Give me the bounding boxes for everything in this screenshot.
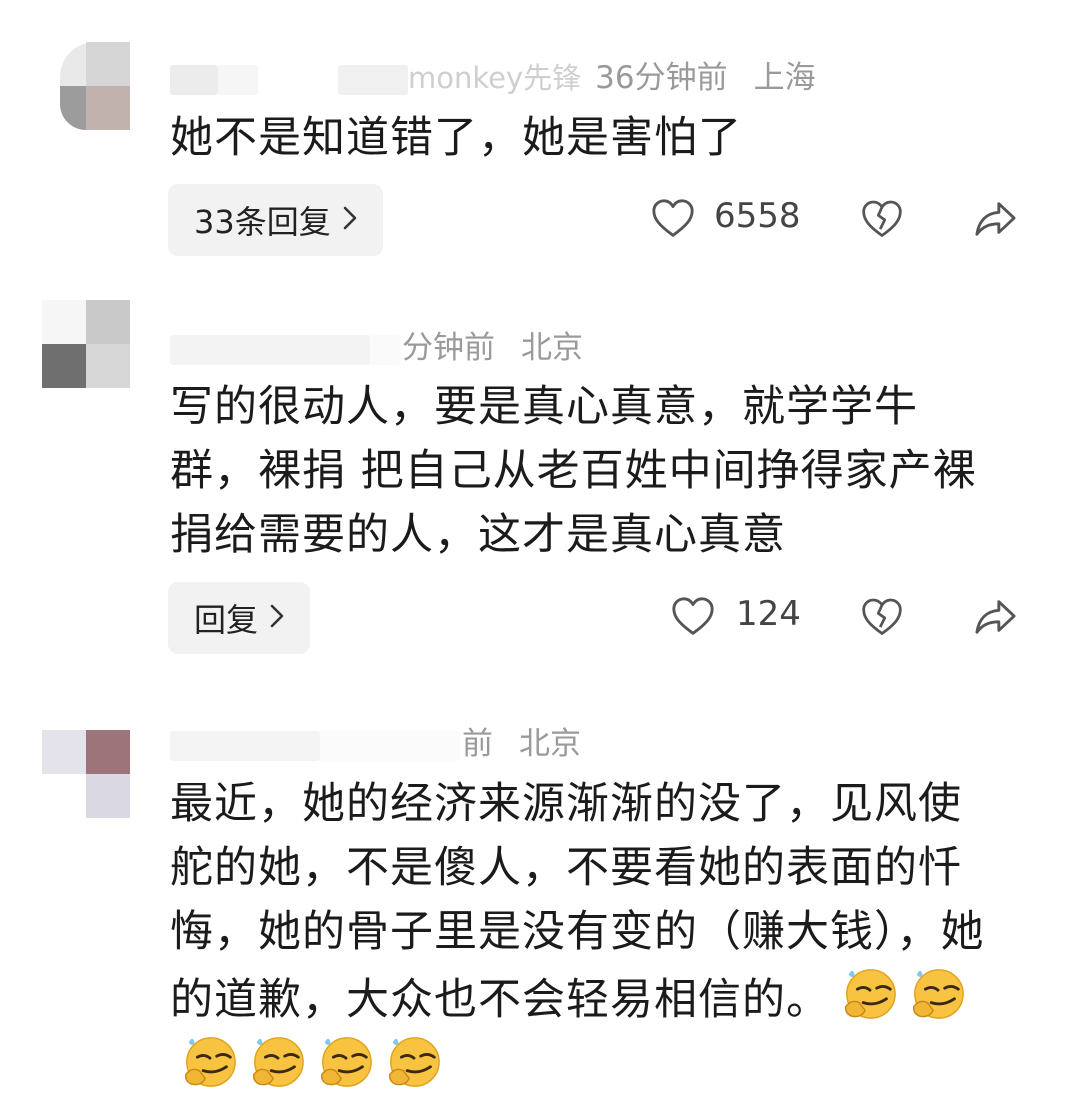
- comment-meta: 分钟前 北京: [170, 322, 583, 367]
- smirk-thinking-emoji: [320, 1037, 372, 1087]
- share-arrow-icon[interactable]: [972, 596, 1018, 638]
- smirk-thinking-emoji: [912, 969, 964, 1019]
- comment-time: 前: [462, 726, 493, 762]
- reply-button[interactable]: 回复: [168, 582, 311, 654]
- comment-actions: 124: [650, 582, 1030, 654]
- comment-time: 分钟前: [402, 330, 495, 366]
- comment-location: 北京: [519, 726, 581, 762]
- comment-text: 写的很动人，要是真心真意，就学学牛群，裸捐 把自己从老百姓中间挣得家产裸捐给需要…: [170, 382, 977, 560]
- smirk-thinking-emoji: [844, 969, 896, 1019]
- comment-meta: 前北京: [170, 718, 581, 763]
- comment-text: 她不是知道错了，她是害怕了: [170, 113, 742, 163]
- broken-heart-icon[interactable]: [860, 197, 904, 241]
- comment-actions: 6558: [650, 184, 1030, 256]
- username[interactable]: monkey先锋: [408, 61, 581, 95]
- smirk-thinking-emoji: [252, 1037, 304, 1087]
- like-count: 6558: [714, 196, 801, 236]
- comment-text: 最近，她的经济来源渐渐的没了，见风使舵的她，不是傻人，不要看她的表面的忏悔，她的…: [170, 772, 1000, 1100]
- broken-heart-icon[interactable]: [860, 595, 904, 639]
- avatar[interactable]: [42, 300, 130, 388]
- replies-button[interactable]: 33条回复: [168, 184, 383, 256]
- smirk-thinking-emoji: [388, 1037, 440, 1087]
- comment-location: 上海: [753, 60, 816, 96]
- comment-location: 北京: [521, 330, 583, 366]
- share-arrow-icon[interactable]: [972, 198, 1018, 240]
- like-count: 124: [736, 594, 801, 634]
- heart-outline-icon[interactable]: [670, 594, 716, 640]
- comment-time: 36分钟前: [595, 60, 728, 96]
- chevron-right-icon: [270, 601, 284, 636]
- avatar[interactable]: [42, 730, 130, 818]
- replies-label: 33条回复: [194, 203, 331, 241]
- chevron-right-icon: [343, 203, 357, 238]
- comment-meta: monkey先锋 36分钟前 上海: [170, 52, 816, 97]
- heart-outline-icon[interactable]: [650, 196, 696, 242]
- reply-label: 回复: [194, 601, 259, 639]
- smirk-thinking-emoji: [184, 1037, 236, 1087]
- avatar[interactable]: [60, 42, 130, 130]
